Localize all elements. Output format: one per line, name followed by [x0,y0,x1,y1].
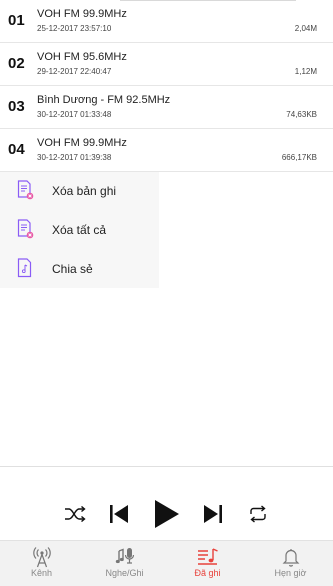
play-icon [152,499,180,534]
next-button[interactable] [200,497,226,535]
recording-number: 02 [8,55,25,72]
share-menu-item[interactable]: Chia sẻ [0,250,159,289]
bottom-tab-bar: Kênh Nghe/Ghi Đã ghi Hẹn giờ [0,540,333,586]
recording-number: 03 [8,98,25,115]
recordings-list: 01 VOH FM 99.9MHz 25-12-2017 23:57:10 2,… [0,0,333,172]
tab-listen-record[interactable]: Nghe/Ghi [83,541,166,586]
radio-tower-icon [31,546,53,568]
music-file-icon [17,258,34,278]
music-mic-icon [114,546,136,568]
recording-date: 29-12-2017 22:40:47 [37,67,112,76]
skip-next-icon [202,503,224,530]
recording-item[interactable]: 01 VOH FM 99.9MHz 25-12-2017 23:57:10 2,… [0,0,333,43]
recording-title: VOH FM 95.6MHz [37,51,127,63]
tab-timer-label: Hẹn giờ [274,568,307,578]
recording-item[interactable]: 03 Bình Dương - FM 92.5MHz 30-12-2017 01… [0,86,333,129]
delete-file-icon [17,180,34,200]
delete-record-label: Xóa bản ghi [52,184,117,198]
recording-item[interactable]: 04 VOH FM 99.9MHz 30-12-2017 01:39:38 66… [0,129,333,172]
repeat-icon [247,504,269,528]
shuffle-icon [64,505,86,527]
recording-date: 30-12-2017 01:39:38 [37,153,112,162]
tab-timer[interactable]: Hẹn giờ [249,541,332,586]
delete-all-menu-item[interactable]: Xóa tất cả [0,211,159,250]
recording-title: VOH FM 99.9MHz [37,8,127,20]
delete-all-icon [17,219,34,239]
player-divider [0,466,333,467]
delete-all-label: Xóa tất cả [52,223,107,237]
share-label: Chia sẻ [52,262,93,276]
tab-recorded-label: Đã ghi [194,568,221,578]
recording-number: 04 [8,141,25,158]
recording-title: VOH FM 99.9MHz [37,137,127,149]
recording-size: 74,63KB [286,110,317,119]
recording-title: Bình Dương - FM 92.5MHz [37,94,171,106]
recording-number: 01 [8,12,25,29]
recording-item[interactable]: 02 VOH FM 95.6MHz 29-12-2017 22:40:47 1,… [0,43,333,86]
tab-listen-record-label: Nghe/Ghi [105,568,144,578]
tab-channels-label: Kênh [30,568,53,578]
playlist-music-icon [197,546,219,568]
repeat-button[interactable] [245,497,271,535]
recording-size: 666,17KB [281,153,317,162]
recording-date: 30-12-2017 01:33:48 [37,110,112,119]
context-menu: Xóa bản ghi Xóa tất cả Chia sẻ [0,172,159,288]
play-button[interactable] [149,497,183,535]
previous-button[interactable] [106,497,132,535]
recording-size: 1,12M [294,67,317,76]
bell-icon [280,546,302,568]
tab-recorded[interactable]: Đã ghi [166,541,249,586]
shuffle-button[interactable] [62,497,88,535]
player-controls [0,497,333,535]
delete-record-menu-item[interactable]: Xóa bản ghi [0,172,159,211]
recording-size: 2,04M [294,24,317,33]
skip-previous-icon [108,503,130,530]
tab-channels[interactable]: Kênh [0,541,83,586]
recording-date: 25-12-2017 23:57:10 [37,24,112,33]
